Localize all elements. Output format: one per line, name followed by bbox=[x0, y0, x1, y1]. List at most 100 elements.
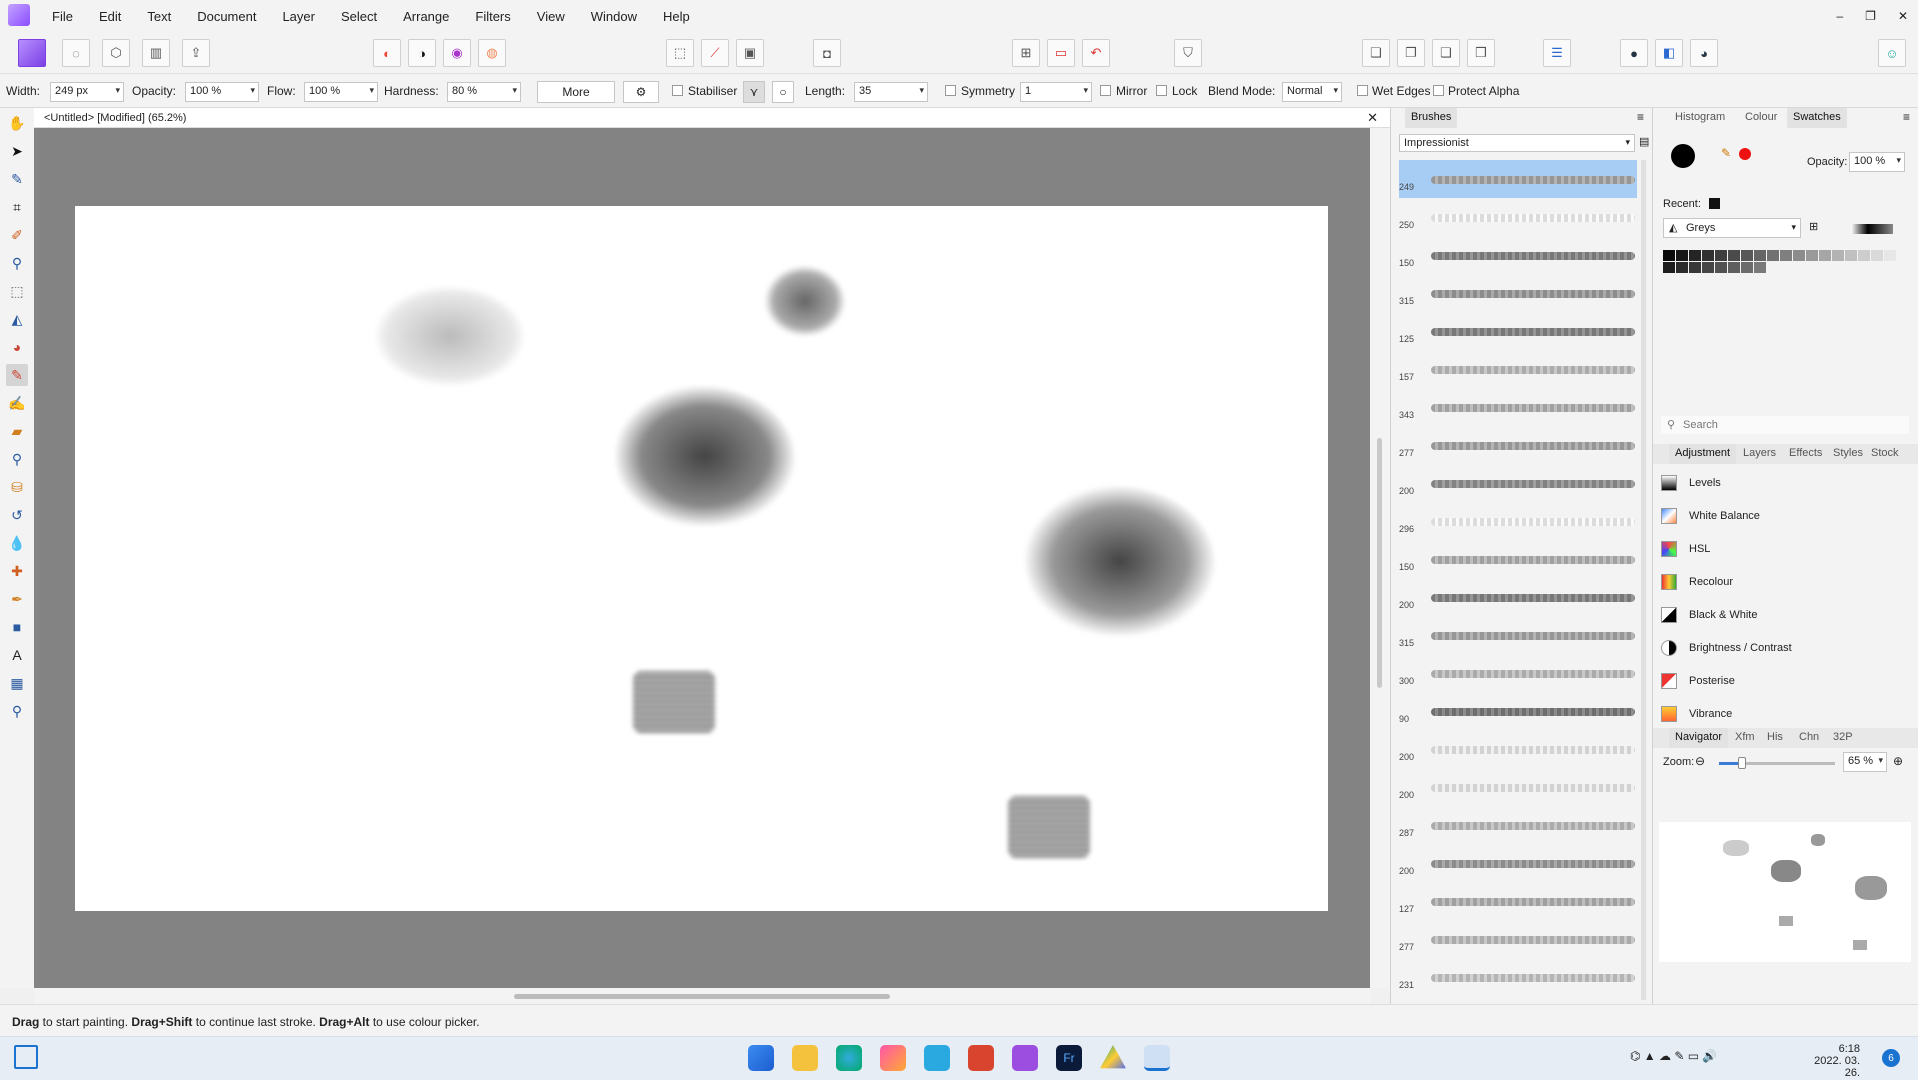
primary-colour-swatch[interactable] bbox=[1671, 144, 1695, 168]
file-explorer-icon[interactable] bbox=[792, 1045, 818, 1071]
menu-filters[interactable]: Filters bbox=[475, 9, 510, 24]
brush-preset[interactable]: 125 bbox=[1399, 312, 1637, 350]
wet-edges-checkbox[interactable] bbox=[1357, 85, 1368, 96]
grey-swatch[interactable] bbox=[1806, 250, 1818, 261]
brush-preset[interactable]: 343 bbox=[1399, 388, 1637, 426]
blur-brush-tool-icon[interactable]: 💧 bbox=[6, 532, 28, 554]
protect-alpha-checkbox[interactable] bbox=[1433, 85, 1444, 96]
tab-colour[interactable]: Colour bbox=[1739, 108, 1783, 128]
grey-swatch[interactable] bbox=[1754, 250, 1766, 261]
mesh-warp-tool-icon[interactable]: ▦ bbox=[6, 672, 28, 694]
horizontal-scrollbar[interactable] bbox=[34, 988, 1370, 1004]
adjustment-levels[interactable]: Levels bbox=[1661, 468, 1901, 498]
brush-preset[interactable]: 200 bbox=[1399, 464, 1637, 502]
align-icon[interactable]: ☰ bbox=[1543, 39, 1571, 67]
width-field[interactable]: 249 px bbox=[50, 82, 124, 102]
brush-view-icon[interactable]: ▤ bbox=[1639, 135, 1649, 148]
zoom-slider-thumb[interactable] bbox=[1737, 757, 1746, 769]
healing-brush-tool-icon[interactable]: ✚ bbox=[6, 560, 28, 582]
zoom-field[interactable]: 65 % bbox=[1843, 752, 1887, 772]
move-tool-icon[interactable]: ➤ bbox=[6, 140, 28, 162]
brush-preset[interactable]: 287 bbox=[1399, 806, 1637, 844]
brush-preset[interactable]: 315 bbox=[1399, 616, 1637, 654]
navigator-preview[interactable] bbox=[1659, 822, 1911, 962]
grey-swatch[interactable] bbox=[1728, 250, 1740, 261]
symmetry-field[interactable]: 1 bbox=[1020, 82, 1092, 102]
brush-preset[interactable]: 200 bbox=[1399, 578, 1637, 616]
tab-histogram[interactable]: Histogram bbox=[1669, 108, 1731, 128]
adjustment-hsl[interactable]: HSL bbox=[1661, 534, 1901, 564]
window-mode-icon[interactable]: ○ bbox=[772, 81, 794, 103]
canvas[interactable] bbox=[75, 206, 1328, 911]
panel-menu-icon[interactable]: ≡ bbox=[1637, 110, 1644, 124]
gradient-tool-icon[interactable]: ◕ bbox=[6, 336, 28, 358]
grey-swatch[interactable] bbox=[1676, 262, 1688, 273]
opacity-field[interactable]: 100 % bbox=[185, 82, 259, 102]
brush-preset[interactable]: 249 bbox=[1399, 160, 1637, 198]
rope-mode-icon[interactable]: ⋎ bbox=[743, 81, 765, 103]
grey-swatch[interactable] bbox=[1715, 262, 1727, 273]
account-icon[interactable]: ☺ bbox=[1878, 39, 1906, 67]
tab-swatches[interactable]: Swatches bbox=[1787, 108, 1847, 128]
vertical-scrollbar[interactable] bbox=[1370, 128, 1390, 988]
colour-replacement-tool-icon[interactable]: ✍ bbox=[6, 392, 28, 414]
zoom-out-icon[interactable]: ⊖ bbox=[1695, 754, 1705, 768]
length-field[interactable]: 35 bbox=[854, 82, 928, 102]
menu-arrange[interactable]: Arrange bbox=[403, 9, 449, 24]
brush-preset[interactable]: 277 bbox=[1399, 920, 1637, 958]
rectangle-tool-icon[interactable]: ■ bbox=[6, 616, 28, 638]
affinity-publisher-icon[interactable] bbox=[968, 1045, 994, 1071]
instagram-icon[interactable] bbox=[880, 1045, 906, 1071]
tab-styles[interactable]: Styles bbox=[1827, 444, 1869, 464]
hand-tool-icon[interactable]: ✋ bbox=[6, 112, 28, 134]
grey-swatch[interactable] bbox=[1741, 262, 1753, 273]
undo-icon[interactable]: ↶ bbox=[1082, 39, 1110, 67]
erase-brush-tool-icon[interactable]: ▰ bbox=[6, 420, 28, 442]
export-persona-icon[interactable]: ⇪ bbox=[182, 39, 210, 67]
deselect-icon[interactable]: ⟋ bbox=[701, 39, 729, 67]
tab-adjustment[interactable]: Adjustment bbox=[1669, 444, 1737, 464]
boolean-intersect-icon[interactable]: ◕ bbox=[1690, 39, 1718, 67]
brush-preset[interactable]: 231 bbox=[1399, 958, 1637, 996]
clone-tool-icon[interactable]: ⛁ bbox=[6, 476, 28, 498]
brush-preset[interactable]: 90 bbox=[1399, 692, 1637, 730]
search-input[interactable]: ⚲ Search bbox=[1661, 416, 1909, 434]
selection-brush-tool-icon[interactable]: ✐ bbox=[6, 224, 28, 246]
close-button[interactable]: ✕ bbox=[1898, 9, 1908, 23]
start-icon[interactable] bbox=[748, 1045, 774, 1071]
brush-preset[interactable]: 200 bbox=[1399, 730, 1637, 768]
auto-white-balance-icon[interactable]: ◍ bbox=[478, 39, 506, 67]
document-tab[interactable]: <Untitled> [Modified] (65.2%) ✕ bbox=[34, 108, 1390, 128]
tab-navigator[interactable]: Navigator bbox=[1669, 728, 1729, 748]
grey-swatch[interactable] bbox=[1793, 250, 1805, 261]
zoom-in-icon[interactable]: ⊕ bbox=[1893, 754, 1903, 768]
grey-swatch[interactable] bbox=[1663, 250, 1675, 261]
grey-swatch[interactable] bbox=[1858, 250, 1870, 261]
liquify-persona-icon[interactable]: ◌ bbox=[62, 39, 90, 67]
menu-layer[interactable]: Layer bbox=[282, 9, 315, 24]
brush-preset[interactable]: 200 bbox=[1399, 768, 1637, 806]
auto-levels-icon[interactable]: ◐ bbox=[373, 39, 401, 67]
crop-tool-icon[interactable]: ⌗ bbox=[6, 196, 28, 218]
grey-swatch[interactable] bbox=[1741, 250, 1753, 261]
vertical-scroll-thumb[interactable] bbox=[1377, 438, 1382, 688]
google-drive-icon[interactable] bbox=[1100, 1045, 1126, 1069]
snapping-icon[interactable]: ⊞ bbox=[1012, 39, 1040, 67]
boolean-subtract-icon[interactable]: ◧ bbox=[1655, 39, 1683, 67]
grey-swatch[interactable] bbox=[1845, 250, 1857, 261]
menu-help[interactable]: Help bbox=[663, 9, 690, 24]
grey-swatch[interactable] bbox=[1715, 250, 1727, 261]
tab-layers[interactable]: Layers bbox=[1737, 444, 1782, 464]
assistant-icon[interactable]: ▭ bbox=[1047, 39, 1075, 67]
clock[interactable]: 6:18 2022. 03. 26. bbox=[1800, 1043, 1860, 1079]
close-document-icon[interactable]: ✕ bbox=[1367, 110, 1378, 126]
grey-swatch[interactable] bbox=[1702, 262, 1714, 273]
more-button[interactable]: More bbox=[537, 81, 615, 103]
symmetry-checkbox[interactable] bbox=[945, 85, 956, 96]
snipping-tool-icon[interactable] bbox=[1144, 1045, 1170, 1071]
adobe-fresco-icon[interactable]: Fr bbox=[1056, 1045, 1082, 1071]
flood-select-tool-icon[interactable]: ⚲ bbox=[6, 252, 28, 274]
grey-swatch[interactable] bbox=[1767, 250, 1779, 261]
brush-preset[interactable]: 296 bbox=[1399, 502, 1637, 540]
widgets-icon[interactable] bbox=[14, 1045, 38, 1069]
